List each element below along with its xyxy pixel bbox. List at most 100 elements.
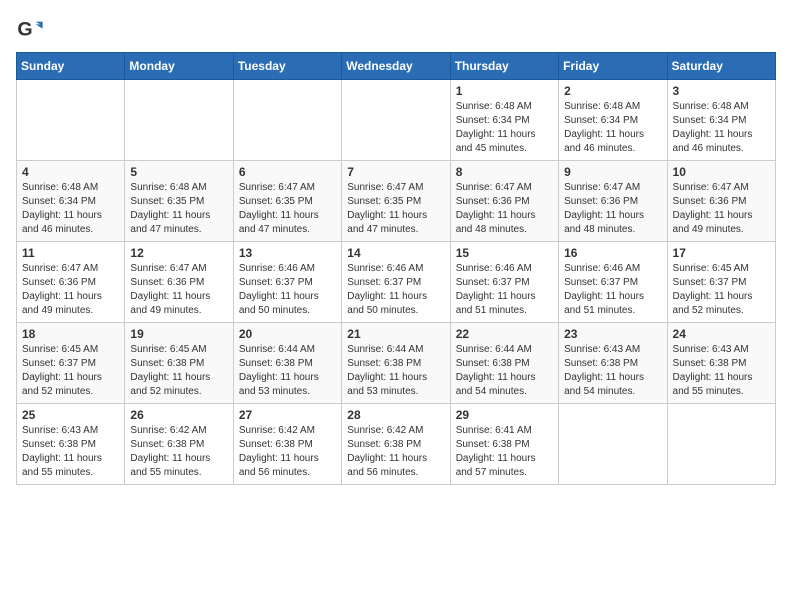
logo-icon: G <box>16 16 44 44</box>
calendar-cell: 4Sunrise: 6:48 AM Sunset: 6:34 PM Daylig… <box>17 161 125 242</box>
weekday-row: SundayMondayTuesdayWednesdayThursdayFrid… <box>17 53 776 80</box>
calendar-cell: 18 Sunrise: 6:45 AM Sunset: 6:37 PM Dayli… <box>17 323 125 404</box>
day-info: Sunrise: 6:48 AM Sunset: 6:34 PM Dayligh… <box>22 181 119 237</box>
weekday-header-friday: Friday <box>559 53 667 80</box>
day-number: 18 <box>22 327 119 341</box>
day-number: 20 <box>239 327 336 341</box>
calendar-header: SundayMondayTuesdayWednesdayThursdayFrid… <box>17 53 776 80</box>
day-info: Sunrise: 6:44 AM Sunset: 6:38 PM Dayligh… <box>347 343 444 399</box>
calendar-cell: 28Sunrise: 6:42 AM Sunset: 6:38 PM Dayli… <box>342 404 450 485</box>
day-number: 3 <box>673 84 770 98</box>
day-info: Sunrise: 6:43 AM Sunset: 6:38 PM Dayligh… <box>673 343 770 399</box>
day-number: 21 <box>347 327 444 341</box>
day-info: Sunrise: 6:47 AM Sunset: 6:36 PM Dayligh… <box>456 181 553 237</box>
day-number: 6 <box>239 165 336 179</box>
day-info: Sunrise: 6:46 AM Sunset: 6:37 PM Dayligh… <box>564 262 661 318</box>
day-number: 8 <box>456 165 553 179</box>
weekday-header-monday: Monday <box>125 53 233 80</box>
day-info: Sunrise: 6:42 AM Sunset: 6:38 PM Dayligh… <box>239 424 336 480</box>
day-number: 5 <box>130 165 227 179</box>
weekday-header-saturday: Saturday <box>667 53 775 80</box>
day-info: Sunrise: 6:47 AM Sunset: 6:35 PM Dayligh… <box>239 181 336 237</box>
day-number: 19 <box>130 327 227 341</box>
day-number: 26 <box>130 408 227 422</box>
calendar-cell: 23 Sunrise: 6:43 AM Sunset: 6:38 PM Dayli… <box>559 323 667 404</box>
calendar-cell: 13 Sunrise: 6:46 AM Sunset: 6:37 PM Dayli… <box>233 242 341 323</box>
calendar-cell: 2 Sunrise: 6:48 AM Sunset: 6:34 PM Daylig… <box>559 80 667 161</box>
weekday-header-wednesday: Wednesday <box>342 53 450 80</box>
day-info: Sunrise: 6:48 AM Sunset: 6:34 PM Dayligh… <box>456 100 553 156</box>
calendar-cell: 14Sunrise: 6:46 AM Sunset: 6:37 PM Dayli… <box>342 242 450 323</box>
calendar-cell: 12 Sunrise: 6:47 AM Sunset: 6:36 PM Dayli… <box>125 242 233 323</box>
day-number: 17 <box>673 246 770 260</box>
day-info: Sunrise: 6:46 AM Sunset: 6:37 PM Dayligh… <box>456 262 553 318</box>
day-info: Sunrise: 6:42 AM Sunset: 6:38 PM Dayligh… <box>130 424 227 480</box>
day-number: 11 <box>22 246 119 260</box>
day-number: 27 <box>239 408 336 422</box>
calendar-cell <box>342 80 450 161</box>
week-row-1: 1 Sunrise: 6:48 AM Sunset: 6:34 PM Daylig… <box>17 80 776 161</box>
calendar-cell: 3 Sunrise: 6:48 AM Sunset: 6:34 PM Daylig… <box>667 80 775 161</box>
day-number: 25 <box>22 408 119 422</box>
day-info: Sunrise: 6:42 AM Sunset: 6:38 PM Dayligh… <box>347 424 444 480</box>
calendar-cell: 22 Sunrise: 6:44 AM Sunset: 6:38 PM Dayli… <box>450 323 558 404</box>
day-number: 9 <box>564 165 661 179</box>
calendar-cell: 1 Sunrise: 6:48 AM Sunset: 6:34 PM Daylig… <box>450 80 558 161</box>
calendar-cell <box>233 80 341 161</box>
day-info: Sunrise: 6:41 AM Sunset: 6:38 PM Dayligh… <box>456 424 553 480</box>
day-info: Sunrise: 6:44 AM Sunset: 6:38 PM Dayligh… <box>239 343 336 399</box>
day-info: Sunrise: 6:47 AM Sunset: 6:36 PM Dayligh… <box>130 262 227 318</box>
week-row-5: 25 Sunrise: 6:43 AM Sunset: 6:38 PM Dayli… <box>17 404 776 485</box>
calendar-cell <box>125 80 233 161</box>
day-info: Sunrise: 6:48 AM Sunset: 6:35 PM Dayligh… <box>130 181 227 237</box>
day-info: Sunrise: 6:43 AM Sunset: 6:38 PM Dayligh… <box>22 424 119 480</box>
calendar-cell: 20 Sunrise: 6:44 AM Sunset: 6:38 PM Dayli… <box>233 323 341 404</box>
day-info: Sunrise: 6:48 AM Sunset: 6:34 PM Dayligh… <box>673 100 770 156</box>
day-info: Sunrise: 6:45 AM Sunset: 6:37 PM Dayligh… <box>673 262 770 318</box>
day-number: 24 <box>673 327 770 341</box>
day-info: Sunrise: 6:48 AM Sunset: 6:34 PM Dayligh… <box>564 100 661 156</box>
calendar-cell: 24 Sunrise: 6:43 AM Sunset: 6:38 PM Dayli… <box>667 323 775 404</box>
day-number: 22 <box>456 327 553 341</box>
day-number: 2 <box>564 84 661 98</box>
calendar-cell: 5 Sunrise: 6:48 AM Sunset: 6:35 PM Daylig… <box>125 161 233 242</box>
day-number: 23 <box>564 327 661 341</box>
calendar-body: 1 Sunrise: 6:48 AM Sunset: 6:34 PM Daylig… <box>17 80 776 485</box>
calendar-cell: 9Sunrise: 6:47 AM Sunset: 6:36 PM Daylig… <box>559 161 667 242</box>
day-info: Sunrise: 6:43 AM Sunset: 6:38 PM Dayligh… <box>564 343 661 399</box>
calendar-cell: 10Sunrise: 6:47 AM Sunset: 6:36 PM Dayli… <box>667 161 775 242</box>
week-row-2: 4Sunrise: 6:48 AM Sunset: 6:34 PM Daylig… <box>17 161 776 242</box>
calendar-cell: 26 Sunrise: 6:42 AM Sunset: 6:38 PM Dayli… <box>125 404 233 485</box>
day-number: 1 <box>456 84 553 98</box>
header: G <box>16 16 776 44</box>
day-number: 16 <box>564 246 661 260</box>
calendar-cell: 27 Sunrise: 6:42 AM Sunset: 6:38 PM Dayli… <box>233 404 341 485</box>
calendar-cell: 25 Sunrise: 6:43 AM Sunset: 6:38 PM Dayli… <box>17 404 125 485</box>
day-info: Sunrise: 6:45 AM Sunset: 6:37 PM Dayligh… <box>22 343 119 399</box>
logo: G <box>16 16 48 44</box>
day-info: Sunrise: 6:44 AM Sunset: 6:38 PM Dayligh… <box>456 343 553 399</box>
calendar-cell: 7Sunrise: 6:47 AM Sunset: 6:35 PM Daylig… <box>342 161 450 242</box>
calendar-cell: 15 Sunrise: 6:46 AM Sunset: 6:37 PM Dayli… <box>450 242 558 323</box>
svg-text:G: G <box>17 19 32 41</box>
week-row-4: 18 Sunrise: 6:45 AM Sunset: 6:37 PM Dayli… <box>17 323 776 404</box>
day-info: Sunrise: 6:47 AM Sunset: 6:36 PM Dayligh… <box>673 181 770 237</box>
calendar-cell: 17 Sunrise: 6:45 AM Sunset: 6:37 PM Dayli… <box>667 242 775 323</box>
calendar-cell: 19 Sunrise: 6:45 AM Sunset: 6:38 PM Dayli… <box>125 323 233 404</box>
day-number: 12 <box>130 246 227 260</box>
day-number: 13 <box>239 246 336 260</box>
weekday-header-thursday: Thursday <box>450 53 558 80</box>
day-number: 29 <box>456 408 553 422</box>
day-number: 15 <box>456 246 553 260</box>
day-info: Sunrise: 6:46 AM Sunset: 6:37 PM Dayligh… <box>347 262 444 318</box>
day-info: Sunrise: 6:45 AM Sunset: 6:38 PM Dayligh… <box>130 343 227 399</box>
calendar-cell: 11 Sunrise: 6:47 AM Sunset: 6:36 PM Dayli… <box>17 242 125 323</box>
calendar-cell <box>559 404 667 485</box>
calendar-table: SundayMondayTuesdayWednesdayThursdayFrid… <box>16 52 776 485</box>
day-info: Sunrise: 6:47 AM Sunset: 6:36 PM Dayligh… <box>22 262 119 318</box>
calendar-cell <box>667 404 775 485</box>
day-info: Sunrise: 6:46 AM Sunset: 6:37 PM Dayligh… <box>239 262 336 318</box>
calendar-cell <box>17 80 125 161</box>
calendar-cell: 16 Sunrise: 6:46 AM Sunset: 6:37 PM Dayli… <box>559 242 667 323</box>
calendar-cell: 29 Sunrise: 6:41 AM Sunset: 6:38 PM Dayli… <box>450 404 558 485</box>
